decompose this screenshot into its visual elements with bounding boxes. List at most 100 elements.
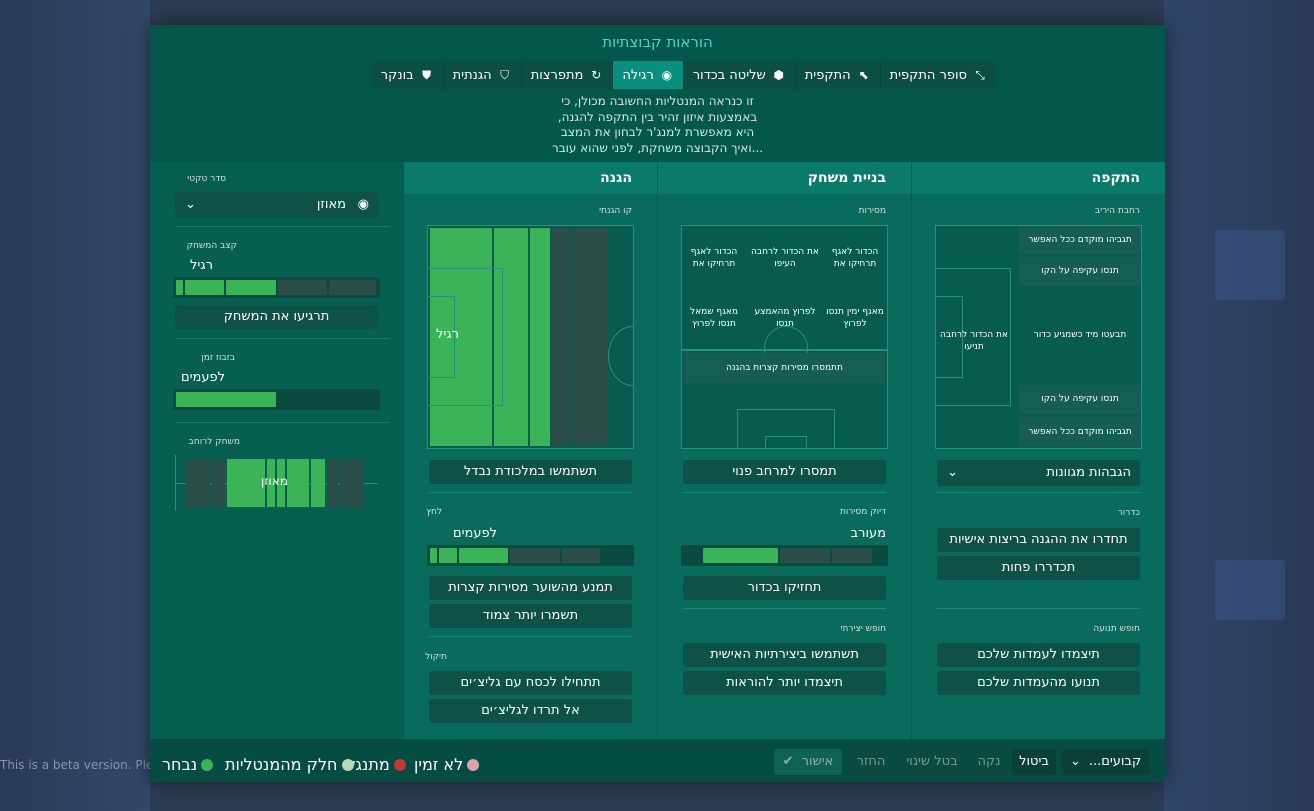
cancel-button[interactable]: ביטול [1012, 749, 1056, 775]
buildup-column: בניית משחק מסירות הכדור לאגף תרחיקו את א… [658, 162, 911, 739]
defensive-line-value: רגיל [436, 327, 459, 342]
line-empty [574, 228, 608, 446]
movement-label: חופש תנועה [1093, 624, 1140, 634]
style-label: סופר התקפית [889, 67, 967, 83]
width-fill [227, 459, 265, 507]
divider [175, 338, 390, 339]
overload-center[interactable]: לפרוץ מהאמצע תנסו [750, 298, 820, 338]
overlap-top[interactable]: תנסו עקיפה על הקו [1019, 257, 1141, 285]
tempo-label: קצב המשחק [186, 241, 237, 251]
bar-segment [562, 548, 600, 563]
lower-tempo-button[interactable]: תרגיעו את המשחק [175, 305, 378, 329]
legend-label: לא זמין [414, 755, 464, 774]
style-bunker[interactable]: ⛊ בונקר [372, 61, 443, 89]
bar-segment [329, 280, 376, 295]
pass-into-box[interactable]: את הכדור לרחבה העיפו [750, 238, 820, 278]
pass-wide-right[interactable]: הכדור לאגף תרחיקו את [825, 238, 885, 278]
redo-button[interactable]: החזר [850, 749, 892, 775]
timewasting-value: לפעמים [180, 370, 225, 385]
clear-button[interactable]: נקה [972, 749, 1006, 775]
style-counter[interactable]: ↻ מתפרצות [520, 61, 613, 89]
passing-accuracy-value: מעורב [850, 526, 886, 541]
defensive-line-pitch[interactable]: רגיל [427, 225, 634, 449]
tempo-bar[interactable] [173, 277, 380, 298]
retain-possession-button[interactable]: תחזיקו בכדור [683, 576, 886, 600]
pass-wide-left[interactable]: הכדור לאגף תרחיקו את [684, 238, 744, 278]
style-defensive[interactable]: ⛉ הגנתית [442, 61, 521, 89]
line-fill [530, 228, 550, 446]
dialog-title: הוראות קבוצתיות [602, 33, 713, 51]
prevent-short-gk-button[interactable]: תמנע מהשוער מסירות קצרות [429, 576, 632, 600]
timewasting-label: בזבוז זמן [201, 353, 235, 363]
shoot-on-sight[interactable]: תבעטו מיד כשמגיע כדור [1019, 289, 1141, 381]
confirm-button[interactable]: אישור ✔ [774, 749, 842, 775]
timewasting-bar[interactable] [173, 389, 380, 410]
offside-trap-button[interactable]: תשתמשו במלכודת נבדל [429, 460, 632, 484]
description-line: היא מאפשרת למנג'ר לבחון את המצב [560, 125, 755, 139]
chevron-down-icon: ⌄ [947, 465, 958, 480]
six-yard-line [765, 436, 807, 448]
hold-position-button[interactable]: תיצמדו לעמדות שלכם [937, 643, 1140, 667]
work-into-box[interactable]: את הכדור לרחבה תניעו [936, 316, 1012, 366]
target-icon: ◉ [357, 197, 369, 212]
defensive-icon: ⛉ [500, 68, 510, 82]
dribble-more-button[interactable]: תחדרו את ההגנה בריצות אישיות [937, 528, 1140, 552]
roam-button[interactable]: תנועו מהעמדות שלכם [937, 671, 1140, 695]
attack-column: התקפה רחבת היריב תגביהו מוקדם ככל האפשר … [912, 162, 1165, 739]
be-more-disciplined-button[interactable]: תיצמדו יותר להוראות [683, 671, 886, 695]
bar-segment [278, 280, 327, 295]
defensive-line-label: קו הגנתי [599, 206, 632, 216]
tighter-marking-button[interactable]: תשמרו יותר צמוד [429, 604, 632, 628]
passing-accuracy-bar[interactable] [681, 545, 888, 566]
width-fill [287, 459, 309, 507]
pressing-bar[interactable] [427, 545, 634, 566]
dialog-header: הוראות קבוצתיות ⤡ סופר התקפית ⬉ התקפית ⬢ של… [150, 25, 1165, 162]
creative-freedom-label: חופש יצירתי [840, 624, 886, 634]
stay-on-feet-button[interactable]: אל תרדו לגליצ׳ים [429, 699, 632, 723]
crossing-select-value: הגבהות מגוונות [1046, 465, 1131, 480]
cross-early-top[interactable]: תגביהו מוקדם ככל האפשר [1019, 226, 1141, 254]
overlap-bottom[interactable]: תנסו עקיפה על הקו [1019, 385, 1141, 413]
background-right [1164, 0, 1314, 811]
overload-right[interactable]: מאגף ימין תנסו לפרוץ [825, 298, 885, 338]
bar-segment [780, 548, 830, 563]
width-empty [186, 459, 210, 507]
bar-segment [430, 548, 437, 563]
bar-segment [510, 548, 560, 563]
divider [175, 422, 390, 423]
divider [429, 636, 632, 637]
divider [683, 492, 886, 493]
bar-segment [176, 392, 276, 407]
style-label: שליטה בכדור [692, 67, 766, 83]
background-shape [1215, 230, 1285, 300]
overload-left[interactable]: מאגף שמאל תנסו לפרוץ [684, 298, 744, 338]
bar-segment [185, 280, 224, 295]
style-balanced[interactable]: ◉ רגילה [612, 61, 683, 89]
presets-button[interactable]: ⌄ קבועים... [1062, 749, 1150, 775]
be-more-expressive-button[interactable]: תשתמשו ביצירתיות האישית [683, 643, 886, 667]
description-line: זו כנראה המנטליות החשובה מכולן, כי [561, 94, 754, 108]
style-possession[interactable]: ⬢ שליטה בכדור [682, 61, 795, 89]
style-super-attack[interactable]: ⤡ סופר התקפית [879, 61, 996, 89]
confirm-label: אישור [801, 754, 834, 769]
tackling-label: תיקול [425, 652, 447, 662]
tactical-order-select[interactable]: ◉ מאוזן ⌄ [175, 192, 378, 218]
legend-dot [467, 758, 480, 771]
undo-button[interactable]: בטל שינוי [898, 749, 966, 775]
crossing-select[interactable]: הגבהות מגוונות ⌄ [937, 460, 1140, 486]
buildup-pitch: הכדור לאגף תרחיקו את את הכדור לרחבה העיפ… [681, 225, 888, 449]
width-empty [327, 459, 338, 507]
chevron-down-icon: ⌄ [1070, 754, 1081, 769]
width-selector[interactable]: מאוזן [175, 455, 378, 511]
style-attack[interactable]: ⬉ התקפית [794, 61, 880, 89]
width-fill [311, 459, 325, 507]
legend-dot [393, 758, 406, 771]
tempo-value: רגיל [190, 258, 213, 273]
cross-early-bottom[interactable]: תגביהו מוקדם ככל האפשר [1019, 417, 1141, 447]
dribble-label: כדרור [1117, 508, 1140, 518]
defense-column: הגנה קו הגנתי רגיל תשתמשו במלכודת נבדל ל… [404, 162, 657, 739]
pass-into-space-button[interactable]: תמסרו למרחב פנוי [683, 460, 886, 484]
dribble-less-button[interactable]: תכדררו פחות [937, 556, 1140, 580]
short-goal-kicks[interactable]: תתמסרו מסירות קצרות בהגנה [684, 353, 885, 383]
get-stuck-in-button[interactable]: תתחילו לכסח עם גליצ׳ים [429, 671, 632, 695]
